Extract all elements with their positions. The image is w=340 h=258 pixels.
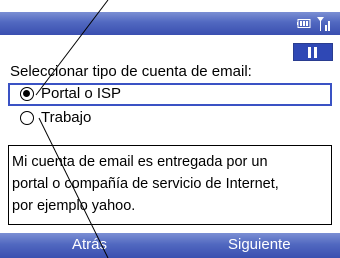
page-indicator-segment: [308, 47, 311, 58]
signal-icon: [317, 17, 330, 31]
description-line: Mi cuenta de email es entregada por un: [12, 154, 268, 170]
next-softkey[interactable]: Siguiente: [228, 236, 291, 253]
account-type-prompt: Seleccionar tipo de cuenta de email:: [10, 63, 252, 80]
page-indicator-segment: [314, 47, 317, 58]
battery-icon: [297, 19, 311, 28]
radio-button[interactable]: [20, 111, 34, 125]
status-bar: [0, 12, 340, 35]
option-portal-isp[interactable]: Portal o ISP: [8, 83, 332, 106]
description-line: por ejemplo yahoo.: [12, 198, 136, 214]
softkey-bar: Atrás Siguiente: [0, 233, 340, 258]
radio-button-selected[interactable]: [20, 87, 34, 101]
description-line: portal o compañía de servicio de Interne…: [12, 176, 279, 192]
page-indicator: [293, 43, 333, 61]
option-trabajo[interactable]: Trabajo: [8, 107, 332, 130]
back-softkey[interactable]: Atrás: [72, 236, 107, 253]
option-label: Trabajo: [41, 109, 92, 126]
description-box: Mi cuenta de email es entregada por un p…: [8, 145, 332, 225]
option-label: Portal o ISP: [41, 85, 122, 102]
